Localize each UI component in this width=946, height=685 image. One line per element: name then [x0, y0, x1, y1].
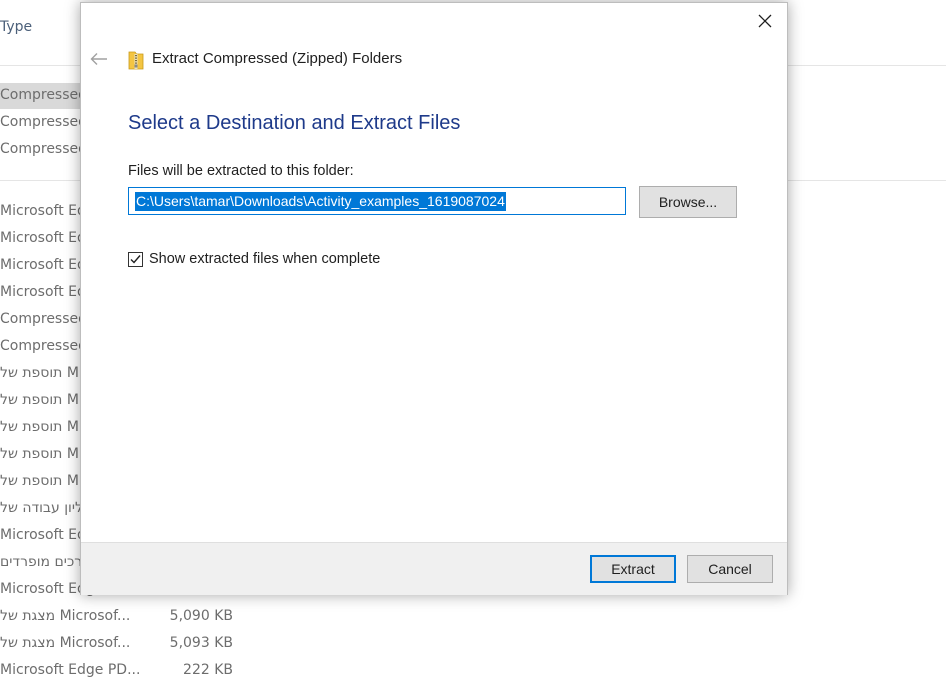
destination-path-text: C:\Users\tamar\Downloads\Activity_exampl… [135, 191, 506, 211]
show-extracted-files-checkbox[interactable] [128, 251, 143, 267]
show-extracted-files-option[interactable]: Show extracted files when complete [128, 251, 380, 267]
file-type-cell: מצגת של Microsof... [0, 635, 131, 651]
close-icon [758, 14, 772, 28]
dialog-heading: Select a Destination and Extract Files [128, 112, 461, 134]
extract-button[interactable]: Extract [590, 555, 676, 583]
file-size-cell: 5,090 KB [169, 608, 233, 624]
dialog-footer: Extract Cancel [81, 542, 787, 595]
back-arrow-icon [90, 53, 107, 65]
file-row[interactable]: מצגת של Microsof... 5,090 KB [0, 604, 260, 631]
show-extracted-files-label: Show extracted files when complete [149, 251, 381, 267]
file-row[interactable]: Microsoft Edge PD... 222 KB [0, 658, 260, 685]
extract-dialog: Extract Compressed (Zipped) Folders Sele… [80, 2, 788, 595]
close-button[interactable] [747, 7, 783, 35]
zip-folder-icon [128, 51, 144, 70]
file-type-cell: מצגת של Microsof... [0, 608, 131, 624]
browse-button[interactable]: Browse... [639, 186, 737, 218]
destination-label: Files will be extracted to this folder: [128, 163, 354, 179]
file-row[interactable]: מצגת של Microsof... 5,093 KB [0, 631, 260, 658]
destination-path-input[interactable]: C:\Users\tamar\Downloads\Activity_exampl… [128, 187, 626, 215]
back-button[interactable] [87, 47, 111, 71]
dialog-title: Extract Compressed (Zipped) Folders [152, 50, 403, 67]
column-header-type[interactable]: Type [0, 19, 32, 35]
checkmark-icon [130, 254, 141, 264]
file-size-cell: 5,093 KB [169, 635, 233, 651]
cancel-button[interactable]: Cancel [687, 555, 773, 583]
